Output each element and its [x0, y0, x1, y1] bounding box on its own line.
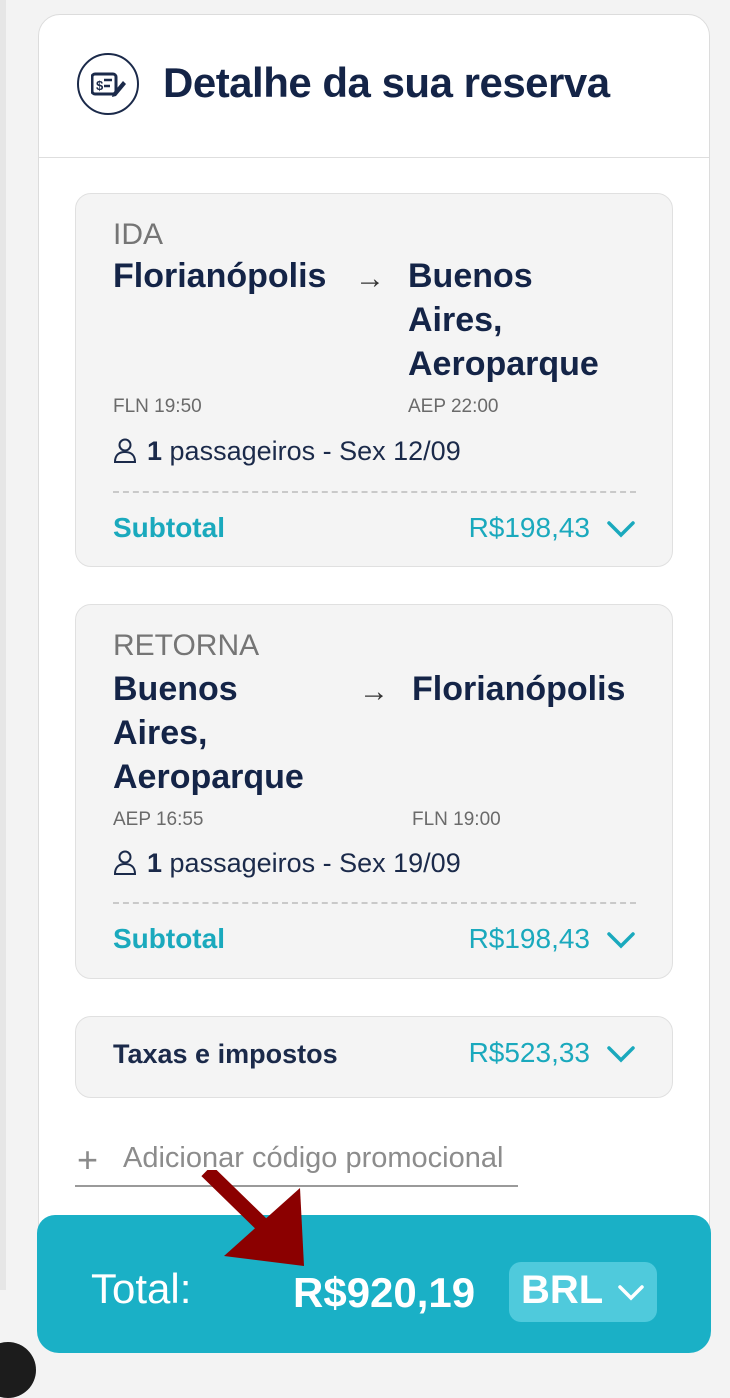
passenger-date: passageiros - Sex 12/09: [162, 436, 461, 466]
arrow-right-icon: →: [355, 262, 385, 295]
divider: [113, 902, 636, 904]
chevron-down-icon: [618, 1285, 644, 1301]
origin-code-time: FLN 19:50: [113, 396, 202, 417]
total-value: R$920,19: [293, 1269, 476, 1316]
passenger-info: 1 passageiros - Sex 19/09: [113, 848, 461, 879]
subtotal-value[interactable]: R$198,43: [469, 512, 590, 544]
outbound-segment: IDA Florianópolis → Buenos Aires, Aeropa…: [75, 193, 673, 567]
return-segment: RETORNA Buenos Aires, Aeroparque → Flori…: [75, 604, 673, 979]
total-bar: Total: R$920,19 BRL: [37, 1215, 711, 1353]
chevron-down-icon[interactable]: [606, 931, 636, 949]
taxes-row[interactable]: Taxas e impostos R$523,33: [75, 1016, 673, 1098]
arrow-right-icon: →: [359, 675, 389, 708]
destination-city-line: Aires,: [408, 301, 503, 339]
divider: [113, 491, 636, 493]
currency-code: BRL: [521, 1268, 604, 1312]
destination-code-time: AEP 22:00: [408, 396, 499, 417]
booking-summary-card: $ Detalhe da sua reserva IDA Florianópol…: [38, 14, 710, 1352]
page-edge: [0, 0, 6, 1290]
summary-header: $ Detalhe da sua reserva: [39, 15, 709, 158]
segment-type-label: IDA: [113, 218, 164, 251]
total-label: Total:: [91, 1265, 192, 1312]
receipt-edit-icon: $: [77, 53, 139, 115]
passenger-count: 1: [147, 848, 163, 878]
svg-text:$: $: [96, 78, 104, 93]
destination-city-line: Buenos: [408, 257, 533, 295]
destination-city-line: Aeroparque: [408, 345, 599, 383]
annotation-arrow-icon: [201, 1170, 304, 1266]
destination-city: Florianópolis: [412, 670, 626, 708]
origin-city-line: Buenos: [113, 670, 238, 708]
origin-city-line: Aeroparque: [113, 758, 304, 796]
passenger-count: 1: [147, 436, 163, 466]
plus-icon: +: [77, 1139, 99, 1180]
taxes-value: R$523,33: [468, 1037, 590, 1068]
destination-city: Buenos Aires, Aeroparque: [408, 254, 599, 386]
chevron-down-icon[interactable]: [606, 520, 636, 538]
person-icon: [113, 850, 137, 875]
segment-type-label: RETORNA: [113, 629, 260, 662]
person-icon: [113, 438, 137, 463]
passenger-date: passageiros - Sex 19/09: [162, 848, 461, 878]
taxes-label: Taxas e impostos: [113, 1039, 338, 1069]
summary-title: Detalhe da sua reserva: [163, 59, 610, 106]
destination-code-time: FLN 19:00: [412, 809, 501, 830]
passenger-info: 1 passageiros - Sex 12/09: [113, 436, 461, 467]
chevron-down-icon[interactable]: [606, 1045, 636, 1063]
origin-city-line: Aires,: [113, 714, 208, 752]
subtotal-label[interactable]: Subtotal: [113, 923, 225, 955]
origin-city: Florianópolis: [113, 257, 327, 295]
currency-selector[interactable]: BRL: [509, 1262, 657, 1322]
origin-code-time: AEP 16:55: [113, 809, 204, 830]
origin-city: Buenos Aires, Aeroparque: [113, 667, 304, 799]
subtotal-value[interactable]: R$198,43: [469, 923, 590, 955]
subtotal-label[interactable]: Subtotal: [113, 512, 225, 544]
corner-dot: [0, 1342, 36, 1398]
